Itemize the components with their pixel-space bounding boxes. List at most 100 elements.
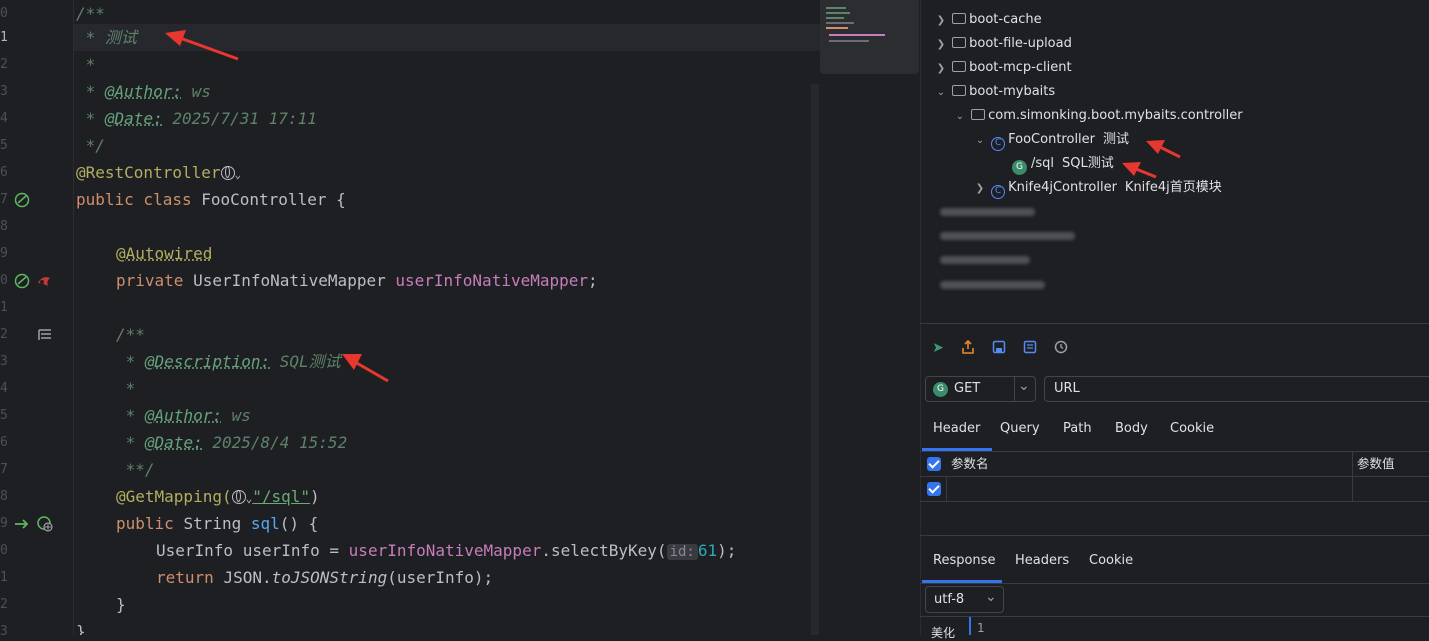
method-name: sql bbox=[250, 514, 280, 533]
beautify-label[interactable]: 美化 bbox=[931, 624, 955, 641]
code-line: * @Author: ws bbox=[76, 78, 211, 105]
tab-body[interactable]: Body bbox=[1115, 414, 1148, 444]
keyword: private bbox=[116, 271, 194, 290]
tree-label: Knife4jController bbox=[1008, 180, 1117, 195]
encoding-select[interactable]: utf-8 ⌄ bbox=[925, 586, 1004, 613]
spring-bean-icon[interactable] bbox=[14, 192, 30, 208]
doc-list-icon[interactable] bbox=[1021, 339, 1039, 357]
tree-item-foocontroller[interactable]: ⌄ C FooController 测试 bbox=[973, 128, 1129, 152]
line-number: 8 bbox=[0, 219, 8, 234]
line-number: 4 bbox=[0, 381, 8, 396]
class-icon: C bbox=[991, 185, 1006, 199]
doc-structure-icon[interactable] bbox=[37, 327, 53, 343]
line-number: 4 bbox=[0, 111, 8, 126]
tree-item-knife4jcontroller[interactable]: ❯ C Knife4jController Knife4j首页模块 bbox=[973, 176, 1222, 200]
chevron-down-icon[interactable]: ⌄ bbox=[953, 105, 967, 129]
chevron-down-icon[interactable]: ⌄ bbox=[973, 129, 987, 153]
doc-comment: /** bbox=[116, 325, 145, 344]
endpoint-web-icon[interactable] bbox=[37, 516, 53, 532]
code-line: * bbox=[76, 51, 96, 78]
url-input[interactable]: URL bbox=[1044, 376, 1429, 402]
line-number: 5 bbox=[0, 408, 8, 423]
send-icon[interactable]: ➤ bbox=[929, 339, 947, 357]
brace: } bbox=[76, 622, 86, 635]
http-method-select[interactable]: G GET ⌄ bbox=[925, 376, 1036, 402]
tab-header[interactable]: Header bbox=[933, 414, 980, 444]
spring-bean-icon[interactable] bbox=[14, 273, 30, 289]
code-line: } bbox=[116, 591, 126, 618]
tab-cookie[interactable]: Cookie bbox=[1170, 414, 1214, 444]
tree-item-sql-endpoint[interactable]: G/sql SQL测试 bbox=[1012, 152, 1114, 176]
row-checkbox[interactable] bbox=[927, 482, 941, 496]
chevron-right-icon[interactable]: ❯ bbox=[973, 177, 987, 201]
class-ref: JSON. bbox=[223, 568, 272, 587]
class-name: FooController bbox=[201, 190, 337, 209]
history-icon[interactable] bbox=[1052, 339, 1070, 357]
keyword: public bbox=[116, 514, 184, 533]
url-placeholder: URL bbox=[1054, 381, 1080, 396]
line-number: 1 bbox=[0, 30, 8, 45]
line-number: 8 bbox=[0, 489, 8, 504]
doc-star: * bbox=[76, 82, 105, 101]
string-literal[interactable]: "/sql" bbox=[252, 487, 310, 506]
code-line: * @Author: ws bbox=[116, 402, 251, 429]
tab-response[interactable]: Response bbox=[933, 546, 995, 576]
tree-label: boot-file-upload bbox=[969, 36, 1072, 51]
brace: } bbox=[116, 595, 126, 614]
tree-item-boot-cache[interactable]: ❯ boot-cache bbox=[934, 8, 1042, 32]
save-icon[interactable] bbox=[990, 339, 1008, 357]
redacted-tree-item bbox=[940, 281, 1045, 289]
get-method-icon: G bbox=[1012, 160, 1027, 175]
code-line: @GetMapping(⌄"/sql") bbox=[116, 483, 320, 510]
code-line: public class FooController { bbox=[76, 186, 346, 213]
section-divider bbox=[920, 616, 1429, 617]
tab-headers[interactable]: Headers bbox=[1015, 546, 1069, 576]
web-globe-icon[interactable] bbox=[231, 490, 246, 504]
line-number: 9 bbox=[0, 246, 8, 261]
doc-comment: */ bbox=[76, 136, 105, 155]
chevron-down-icon[interactable]: ⌄ bbox=[235, 168, 242, 181]
line-number: 0 bbox=[0, 6, 8, 21]
tree-label: /sql bbox=[1031, 156, 1055, 171]
folder-icon bbox=[952, 61, 967, 72]
mybatis-bird-icon[interactable] bbox=[36, 273, 52, 289]
line-number: 0 bbox=[0, 273, 8, 288]
variable: userInfo = bbox=[242, 541, 349, 560]
minimap-line bbox=[826, 7, 846, 9]
doc-star: * bbox=[116, 433, 145, 452]
code-line: @Autowired bbox=[116, 240, 212, 267]
tree-item-controller-package[interactable]: ⌄ com.simonking.boot.mybaits.controller bbox=[953, 104, 1243, 128]
tab-path[interactable]: Path bbox=[1063, 414, 1092, 444]
code-minimap[interactable] bbox=[820, 0, 919, 74]
chevron-right-icon[interactable]: ❯ bbox=[934, 9, 948, 33]
minimap-line bbox=[826, 17, 844, 19]
tree-desc: SQL测试 bbox=[1062, 156, 1114, 171]
minimap-line bbox=[826, 12, 850, 14]
tab-query[interactable]: Query bbox=[1000, 414, 1040, 444]
navigate-arrow-icon[interactable] bbox=[14, 516, 30, 532]
doc-comment: * bbox=[76, 55, 96, 74]
tree-item-boot-mcp-client[interactable]: ❯ boot-mcp-client bbox=[934, 56, 1072, 80]
doc-value: 2025/7/31 17:11 bbox=[162, 109, 317, 128]
tree-item-boot-mybaits[interactable]: ⌄ boot-mybaits bbox=[934, 80, 1055, 104]
line-number: 2 bbox=[0, 597, 8, 612]
select-all-checkbox[interactable] bbox=[927, 457, 941, 471]
code-editor[interactable]: 0 1 2 3 4 5 6 7 8 9 0 1 2 3 4 5 6 7 8 9 … bbox=[0, 0, 820, 635]
export-icon[interactable] bbox=[959, 339, 977, 357]
static-method: toJSONString bbox=[271, 568, 388, 587]
get-method-icon: G bbox=[933, 382, 948, 397]
chevron-right-icon[interactable]: ❯ bbox=[934, 33, 948, 57]
chevron-right-icon[interactable]: ❯ bbox=[934, 57, 948, 81]
tree-label: com.simonking.boot.mybaits.controller bbox=[988, 108, 1243, 123]
web-globe-icon[interactable] bbox=[220, 166, 235, 180]
editor-scrollbar[interactable] bbox=[811, 84, 819, 635]
code-line: * 测试 bbox=[76, 24, 137, 51]
line-number: 6 bbox=[0, 165, 8, 180]
tree-label: boot-mybaits bbox=[969, 84, 1056, 99]
chevron-down-icon[interactable]: ⌄ bbox=[934, 81, 948, 105]
response-gutter-marker bbox=[969, 617, 971, 635]
doc-comment: **/ bbox=[116, 460, 155, 479]
tree-item-boot-file-upload[interactable]: ❯ boot-file-upload bbox=[934, 32, 1072, 56]
tab-response-cookie[interactable]: Cookie bbox=[1089, 546, 1133, 576]
code-line: * @Description: SQL测试 bbox=[116, 348, 341, 375]
